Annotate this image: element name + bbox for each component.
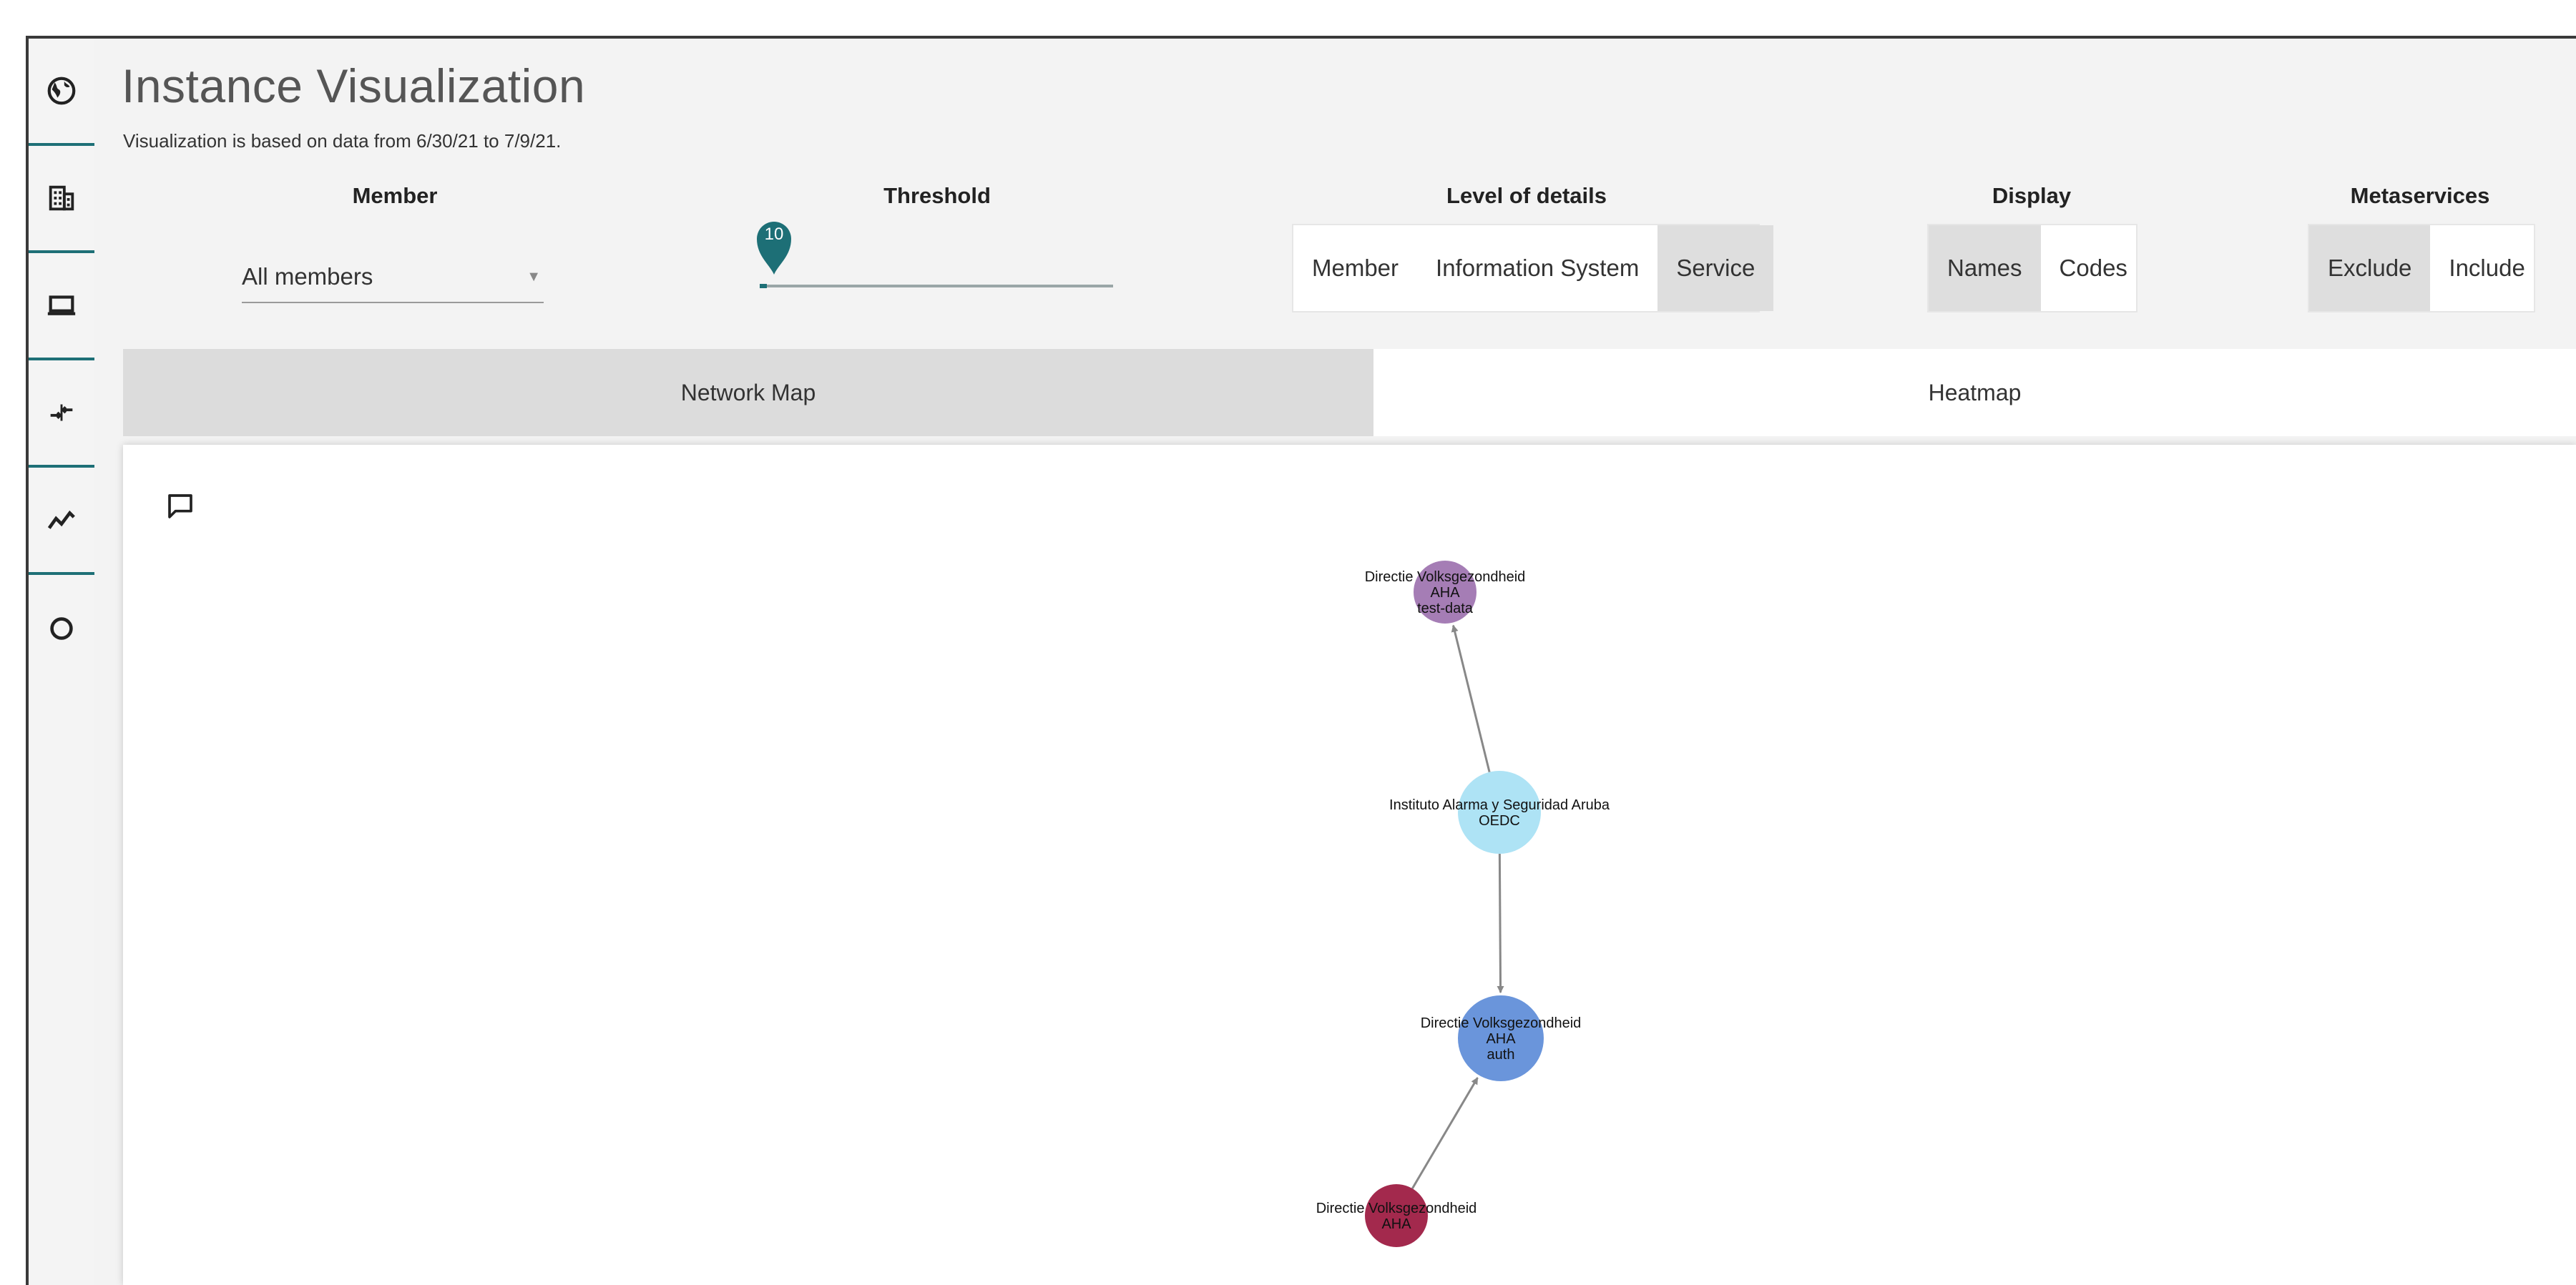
graph-node-label: AHA (1430, 585, 1460, 601)
graph-edge (1451, 624, 1491, 773)
graph-node-label: OEDC (1479, 813, 1520, 829)
graph-node-label: AHA (1381, 1216, 1411, 1232)
graph-edge (1411, 1077, 1479, 1189)
graph-node-label: test-data (1417, 601, 1474, 616)
graph-edge (1497, 853, 1504, 994)
network-graph: Directie VolksgezondheidAHAtest-dataInst… (1316, 561, 1610, 1247)
graph-node[interactable]: Directie VolksgezondheidAHAauth (1421, 995, 1582, 1081)
graph-node[interactable]: Directie VolksgezondheidAHA (1316, 1184, 1477, 1247)
graph-node-label: Directie Volksgezondheid (1421, 1015, 1582, 1031)
graph-node-label: Directie Volksgezondheid (1365, 569, 1526, 585)
graph-node[interactable]: Directie VolksgezondheidAHAtest-data (1365, 561, 1526, 624)
graph-node[interactable]: Instituto Alarma y Seguridad ArubaOEDC (1389, 771, 1610, 854)
graph-node-label: AHA (1486, 1031, 1516, 1047)
graph-node-label: auth (1487, 1047, 1515, 1063)
graph-node-label: Directie Volksgezondheid (1316, 1201, 1477, 1216)
graph-node-label: Instituto Alarma y Seguridad Aruba (1389, 797, 1610, 813)
